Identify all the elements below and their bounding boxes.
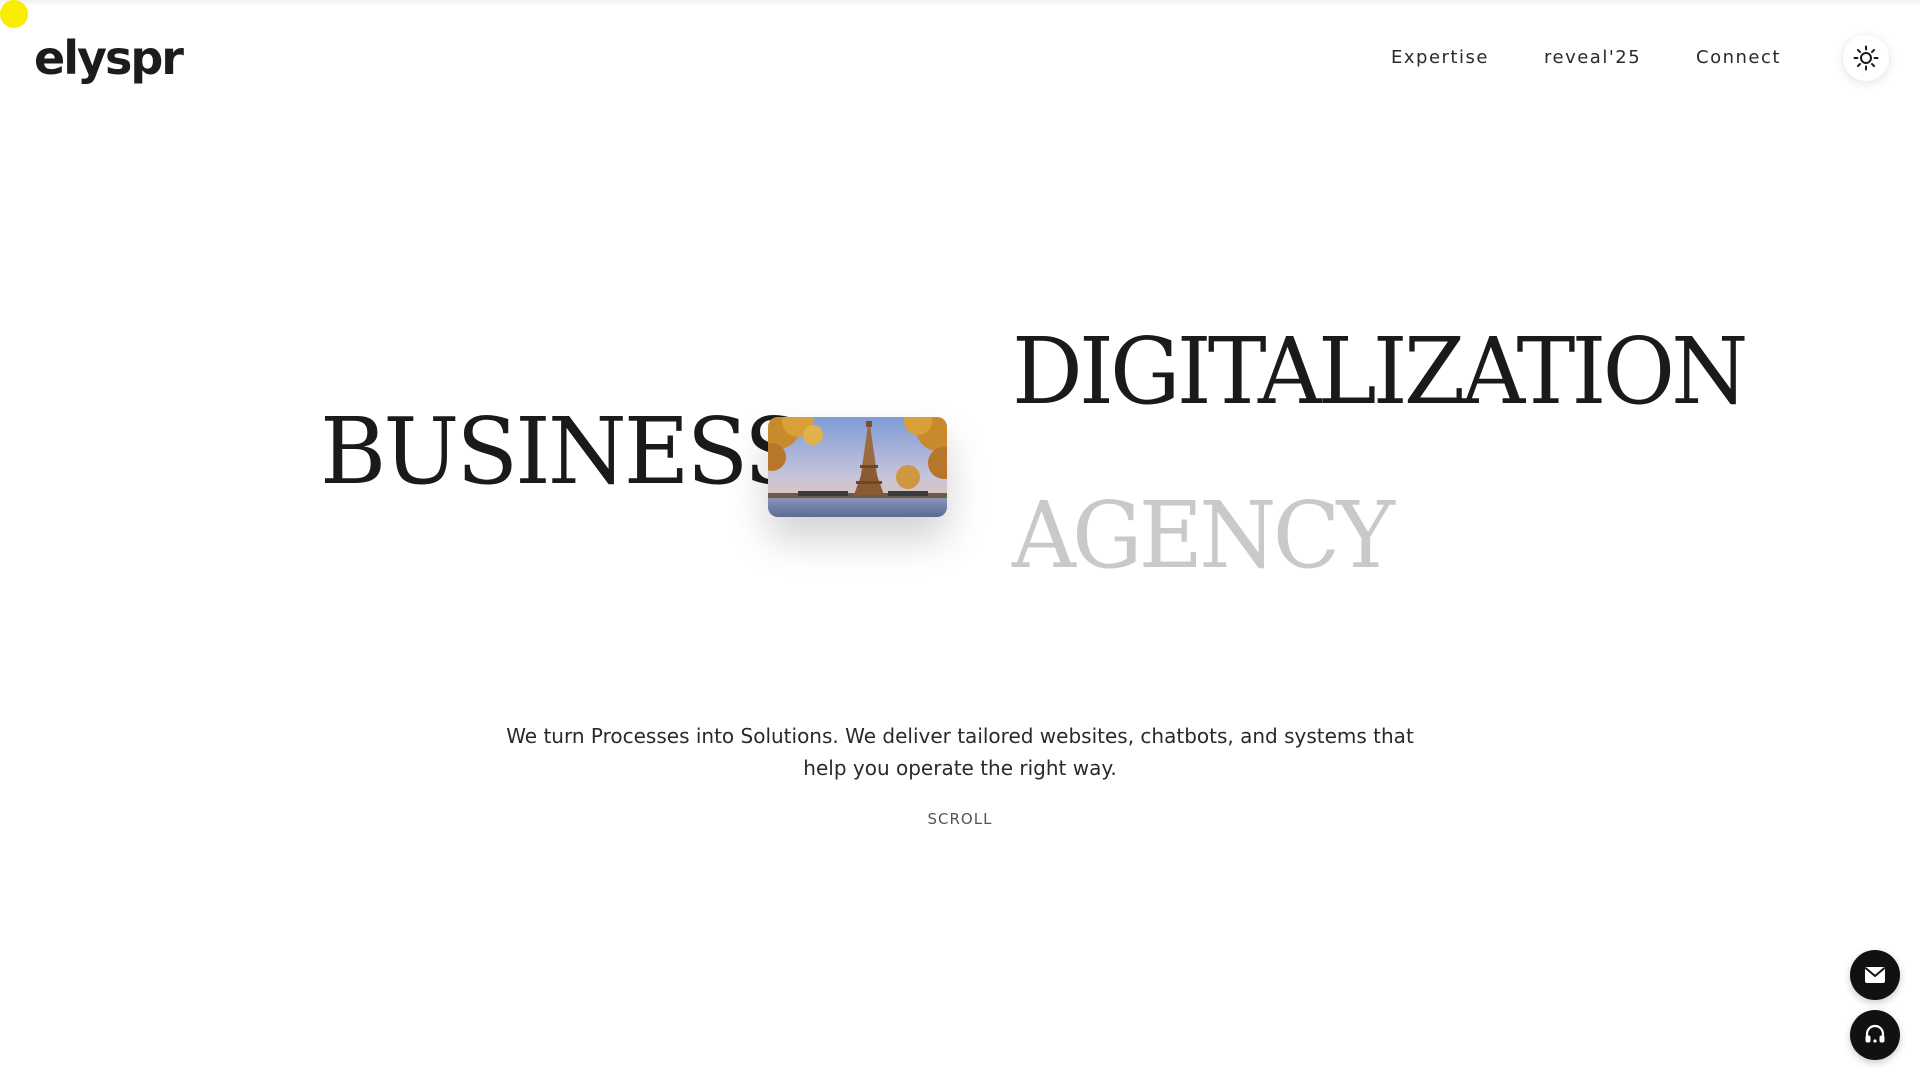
hero-tagline-line-1: We turn Processes into Solutions. We del… (506, 724, 1414, 748)
logo[interactable]: elyspr (34, 28, 184, 88)
nav-link-reveal25[interactable]: reveal'25 (1544, 46, 1641, 70)
hero-word-agency: AGENCY (1012, 482, 1395, 589)
header-shadow (0, 0, 1920, 6)
cursor-highlight (0, 0, 28, 28)
nav-link-connect[interactable]: Connect (1696, 46, 1781, 70)
theme-toggle-button[interactable] (1843, 35, 1889, 81)
hero-tagline-line-2: help you operate the right way. (803, 756, 1117, 780)
sun-icon (1853, 45, 1879, 71)
support-button[interactable] (1850, 1010, 1900, 1060)
headset-icon (1865, 1024, 1885, 1043)
hero-word-business: BUSINESS (320, 398, 806, 505)
hero-word-digitalization: DIGITALIZATION (1012, 318, 1748, 425)
hero-image (768, 417, 947, 517)
scroll-indicator[interactable]: SCROLL (0, 810, 1920, 828)
page: elyspr Expertise reveal'25 Connect BUSIN… (0, 0, 1920, 1080)
hero-tagline: We turn Processes into Solutions. We del… (0, 720, 1920, 784)
nav-link-expertise[interactable]: Expertise (1391, 46, 1489, 70)
mail-button[interactable] (1850, 950, 1900, 1000)
mail-icon (1864, 967, 1886, 983)
eiffel-tower-photo (768, 417, 947, 517)
